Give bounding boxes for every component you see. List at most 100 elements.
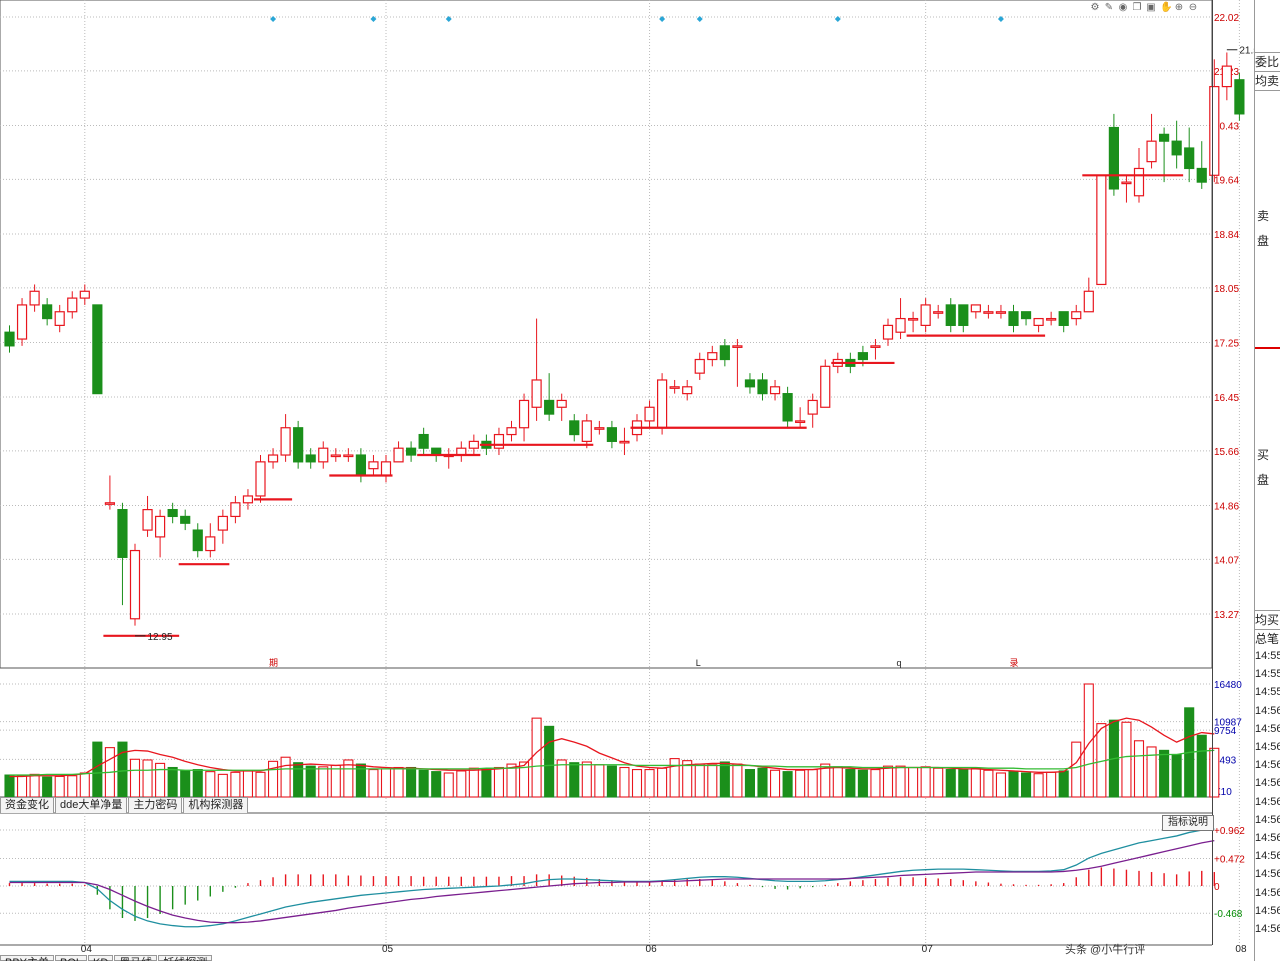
candle-body [1234, 79, 1245, 115]
sell-label-1: 卖 [1257, 209, 1270, 223]
volume-bar [1071, 741, 1082, 798]
candle-body [293, 427, 304, 463]
volume-bar [67, 775, 78, 798]
price-divider [1255, 347, 1280, 349]
candle-body [67, 297, 78, 313]
tick-time: 14:56 [1255, 704, 1280, 717]
tab-bby[interactable]: BBY主单 [0, 955, 55, 961]
volume-bar [870, 769, 881, 798]
settings-icon[interactable]: ⚙ [1090, 3, 1100, 13]
candle-body [870, 345, 881, 348]
eye-icon[interactable]: ◉ [1118, 3, 1128, 13]
copy-icon[interactable]: ❐ [1132, 3, 1142, 13]
tab-bol[interactable]: BOL [55, 955, 88, 961]
candle-body [958, 304, 969, 326]
candle-body [945, 304, 956, 326]
lock-icon[interactable]: ▣ [1146, 3, 1156, 13]
volume-bar [970, 767, 981, 798]
bottom-marker: 期 [269, 658, 278, 668]
x-tick-label: 05 [382, 944, 394, 955]
volume-bar [456, 770, 467, 798]
volume-bar [669, 758, 680, 798]
macd-tick-label: +0.472 [1214, 855, 1245, 866]
tick-time: 14:56 [1255, 850, 1280, 863]
candle-body [581, 420, 592, 442]
tab-dark-horse[interactable]: 黑马线 [114, 955, 158, 961]
hand-icon[interactable]: ✋ [1160, 3, 1172, 13]
tab-kd[interactable]: KD [88, 955, 114, 961]
candle-body [1096, 174, 1107, 286]
volume-bar [732, 763, 743, 798]
zoom-in-icon[interactable]: ⊕ [1174, 3, 1184, 13]
candle-body [280, 427, 291, 456]
macd-tick-label: -0.468 [1214, 909, 1243, 920]
candle-body [669, 386, 680, 389]
candle-body [694, 358, 705, 374]
candle-body [744, 379, 756, 388]
candle-body [1158, 133, 1170, 142]
volume-bar [305, 765, 316, 798]
volume-bar [882, 765, 894, 798]
volume-bar [1133, 740, 1145, 798]
tab-dde-net[interactable]: dde大单净量 [55, 797, 128, 813]
candle-body [619, 440, 630, 444]
x-tick-label: 06 [646, 944, 658, 955]
tab-main-code[interactable]: 主力密码 [128, 797, 183, 813]
candle-body [1033, 317, 1044, 326]
volume-bar [744, 769, 756, 798]
volume-bar [117, 741, 128, 798]
volume-bar [205, 771, 216, 798]
volume-bar [418, 769, 429, 798]
macd-tick-label: +0.962 [1214, 826, 1245, 837]
tick-time: 14:56 [1255, 832, 1280, 844]
candle-body [155, 515, 166, 538]
tick-time: 14:56 [1255, 813, 1280, 826]
candle-body [230, 502, 241, 518]
volume-bar [230, 771, 241, 798]
candle-body [569, 420, 580, 436]
volume-tick-label: 16480 [1214, 680, 1242, 691]
tick-time: 14:56 [1255, 722, 1280, 735]
tab-demon-detector[interactable]: 妖线探测 [158, 955, 213, 961]
volume-bar [719, 761, 730, 798]
volume-bar [180, 770, 191, 798]
candle-body [79, 290, 90, 299]
volume-bar [531, 717, 542, 798]
candle-body [167, 509, 178, 518]
tick-time: 14:56 [1255, 759, 1280, 772]
tab-fund-change[interactable]: 资金变化 [0, 797, 54, 813]
candle-body [42, 304, 53, 320]
candle-body [117, 509, 128, 558]
candle-body [506, 427, 517, 436]
tick-time: 14:56 [1255, 886, 1280, 899]
bid-ratio-label: 委比 [1255, 52, 1280, 71]
zoom-out-icon[interactable]: ⊖ [1188, 3, 1198, 13]
candle-body [92, 304, 103, 395]
volume-bar [1033, 773, 1044, 798]
x-tick-label: 07 [922, 944, 934, 955]
tick-time: 14:55 [1255, 650, 1280, 662]
indicator-help-button[interactable]: 指标说明 [1162, 815, 1214, 831]
x-tick-label: 04 [81, 944, 93, 955]
price-tick-label: 15.66 [1214, 447, 1239, 458]
high-label: 21.54 [1239, 46, 1254, 57]
candle-body [1121, 181, 1132, 185]
volume-bar [544, 725, 555, 798]
candle-body [795, 420, 806, 424]
avg-buy-label: 均买 [1255, 610, 1280, 629]
price-tick-label: 13.27 [1214, 610, 1239, 621]
pen-icon[interactable]: ✎ [1104, 3, 1114, 13]
volume-bar [1046, 771, 1057, 798]
candle-body [757, 379, 768, 395]
volume-bar [958, 769, 969, 798]
tab-institution-detector[interactable]: 机构探测器 [183, 797, 249, 813]
candle-body [1058, 311, 1069, 326]
price-tick-label: 14.07 [1214, 555, 1239, 566]
volume-bar [167, 766, 178, 798]
volume-bar [1159, 749, 1170, 798]
candle-body [857, 352, 869, 361]
price-tick-label: 18.05 [1214, 284, 1239, 295]
candle-body [820, 365, 831, 408]
tick-time: 14:56 [1255, 904, 1280, 917]
candle-body [656, 379, 668, 429]
